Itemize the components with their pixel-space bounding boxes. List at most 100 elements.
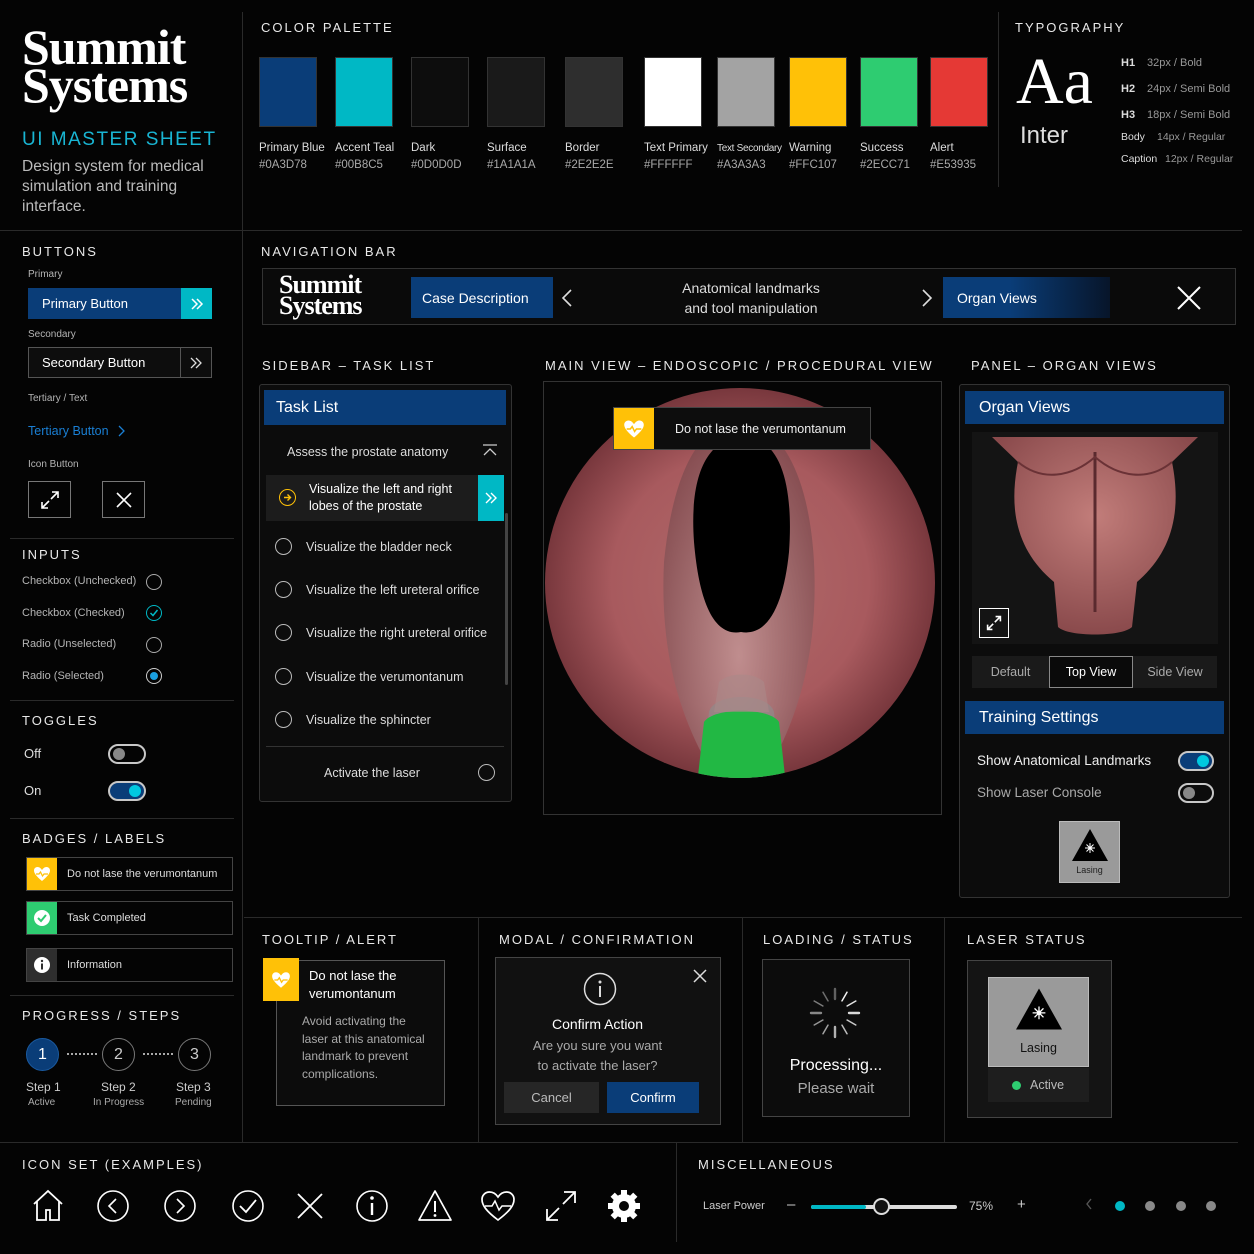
task-item[interactable]: Visualize the sphincter [266,698,506,741]
task-item[interactable]: Visualize the left ureteral orifice [266,568,506,611]
confirm-button[interactable]: Confirm [607,1082,699,1113]
checkbox-unchecked[interactable] [146,574,162,590]
active-task[interactable]: Visualize the left and right lobes of th… [266,475,504,521]
primary-button[interactable]: Primary Button [28,288,212,319]
carousel-dot[interactable] [1115,1201,1125,1211]
task-item[interactable]: Visualize the verumontanum [266,655,506,698]
section-modal: MODAL / CONFIRMATION [499,932,695,947]
type-style-spec: 14px / Regular [1157,131,1226,143]
info-icon [583,972,617,1006]
tab-organ-views[interactable]: Organ Views [943,277,1110,318]
step-3-circle[interactable]: 3 [178,1038,211,1071]
lasing-button-label: Lasing [1076,865,1103,875]
color-name: Success [860,142,904,154]
tab-case-description[interactable]: Case Description [411,277,553,318]
radio-unselected[interactable] [146,637,162,653]
expand-icon-button[interactable] [28,481,71,518]
lasing-button[interactable]: Lasing [1059,821,1120,883]
section-typography: TYPOGRAPHY [1015,20,1126,35]
section-buttons: BUTTONS [22,244,98,259]
radio-unselected [275,581,292,598]
radio-unselected [275,711,292,728]
color-swatch-label: Success #2ECC71 [860,140,910,174]
slider-increment[interactable]: + [1017,1196,1026,1213]
expand-icon-button[interactable] [979,608,1009,638]
color-name: Primary Blue [259,142,325,154]
toggle-laser-console[interactable] [1178,783,1214,803]
task-group-header[interactable]: Assess the prostate anatomy [266,430,506,473]
section-toggles: TOGGLES [22,713,99,728]
carousel-dot[interactable] [1176,1201,1186,1211]
step-connector [67,1053,97,1055]
heart-pulse-icon [263,958,299,1001]
color-hex: #A3A3A3 [717,159,766,171]
logo-line2: Systems [22,57,188,113]
nav-current-step-line2: and tool manipulation [684,300,818,316]
laser-status-label: Lasing [1020,1041,1057,1055]
tab-top-view[interactable]: Top View [1049,656,1133,688]
color-hex: #1A1A1A [487,159,536,171]
close-icon-button[interactable] [102,481,145,518]
toggle-landmarks[interactable] [1178,751,1214,771]
secondary-button[interactable]: Secondary Button [28,347,212,378]
type-style-spec: 24px / Semi Bold [1147,83,1231,95]
tertiary-button[interactable]: Tertiary Button [28,422,127,440]
type-style-row: H2 24px / Semi Bold [1121,83,1230,95]
training-settings-header: Training Settings [965,701,1224,734]
badge-info: Information [26,948,233,982]
close-icon[interactable] [693,969,707,983]
chevron-right-icon[interactable] [921,288,933,308]
color-name: Text Primary [644,142,708,154]
primary-caption: Primary [28,269,63,280]
organ-panel-header: Organ Views [965,391,1224,424]
training-settings-title: Training Settings [979,708,1099,726]
color-swatch [335,57,393,127]
radio-unselected [478,764,495,781]
home-icon [33,1189,63,1221]
active-task-line1: Visualize the left and right [309,482,452,496]
section-icon-set: ICON SET (EXAMPLES) [22,1157,204,1172]
radio-selected[interactable] [146,668,162,684]
spinner-icon [809,987,861,1039]
carousel-prev-icon[interactable] [1085,1198,1093,1213]
checkbox-checked[interactable] [146,605,162,621]
badge-success: Task Completed [26,901,233,935]
chevron-left-circle-icon [97,1190,129,1222]
step-1-title: Step 1 [26,1080,61,1094]
badge-info-text: Information [67,959,123,971]
laser-status-value: Active [1030,1078,1065,1092]
slider-decrement[interactable]: – [787,1196,795,1213]
laser-power-slider[interactable] [811,1198,957,1215]
expand-icon [986,615,1002,631]
section-sidebar: SIDEBAR – TASK LIST [262,358,436,373]
tab-side-view[interactable]: Side View [1133,656,1217,688]
slider-thumb[interactable] [873,1198,891,1215]
nav-current-step-line1: Anatomical landmarks [682,280,820,296]
color-swatch [259,57,317,127]
type-style-tag: Caption [1121,153,1158,165]
task-group-label: Assess the prostate anatomy [287,444,449,459]
step-1-circle[interactable]: 1 [26,1038,59,1071]
toggle-off[interactable] [108,744,146,764]
cancel-button[interactable]: Cancel [504,1082,599,1113]
color-swatch-label: Text Primary #FFFFFF [644,140,708,174]
toggle-on[interactable] [108,781,146,801]
main-view-warning: Do not lase the verumontanum [613,407,871,450]
modal-body-line2: to activate the laser? [537,1058,658,1073]
close-icon[interactable] [1176,285,1202,311]
task-activate-laser-label: Activate the laser [324,765,420,780]
task-item[interactable]: Visualize the right ureteral orifice [266,611,506,654]
task-activate-laser[interactable]: Activate the laser [266,751,506,794]
carousel-dot[interactable] [1206,1201,1216,1211]
color-swatch [860,57,918,127]
carousel-dot[interactable] [1145,1201,1155,1211]
radio-unselected [275,624,292,641]
toggle-on-label: On [24,783,42,798]
laser-status-indicator[interactable]: Lasing [988,977,1089,1067]
task-item[interactable]: Visualize the bladder neck [266,525,506,568]
chevron-left-icon[interactable] [561,288,573,308]
section-loading: LOADING / STATUS [763,932,914,947]
tab-default[interactable]: Default [972,656,1049,688]
info-icon [27,949,57,981]
step-2-circle[interactable]: 2 [102,1038,135,1071]
